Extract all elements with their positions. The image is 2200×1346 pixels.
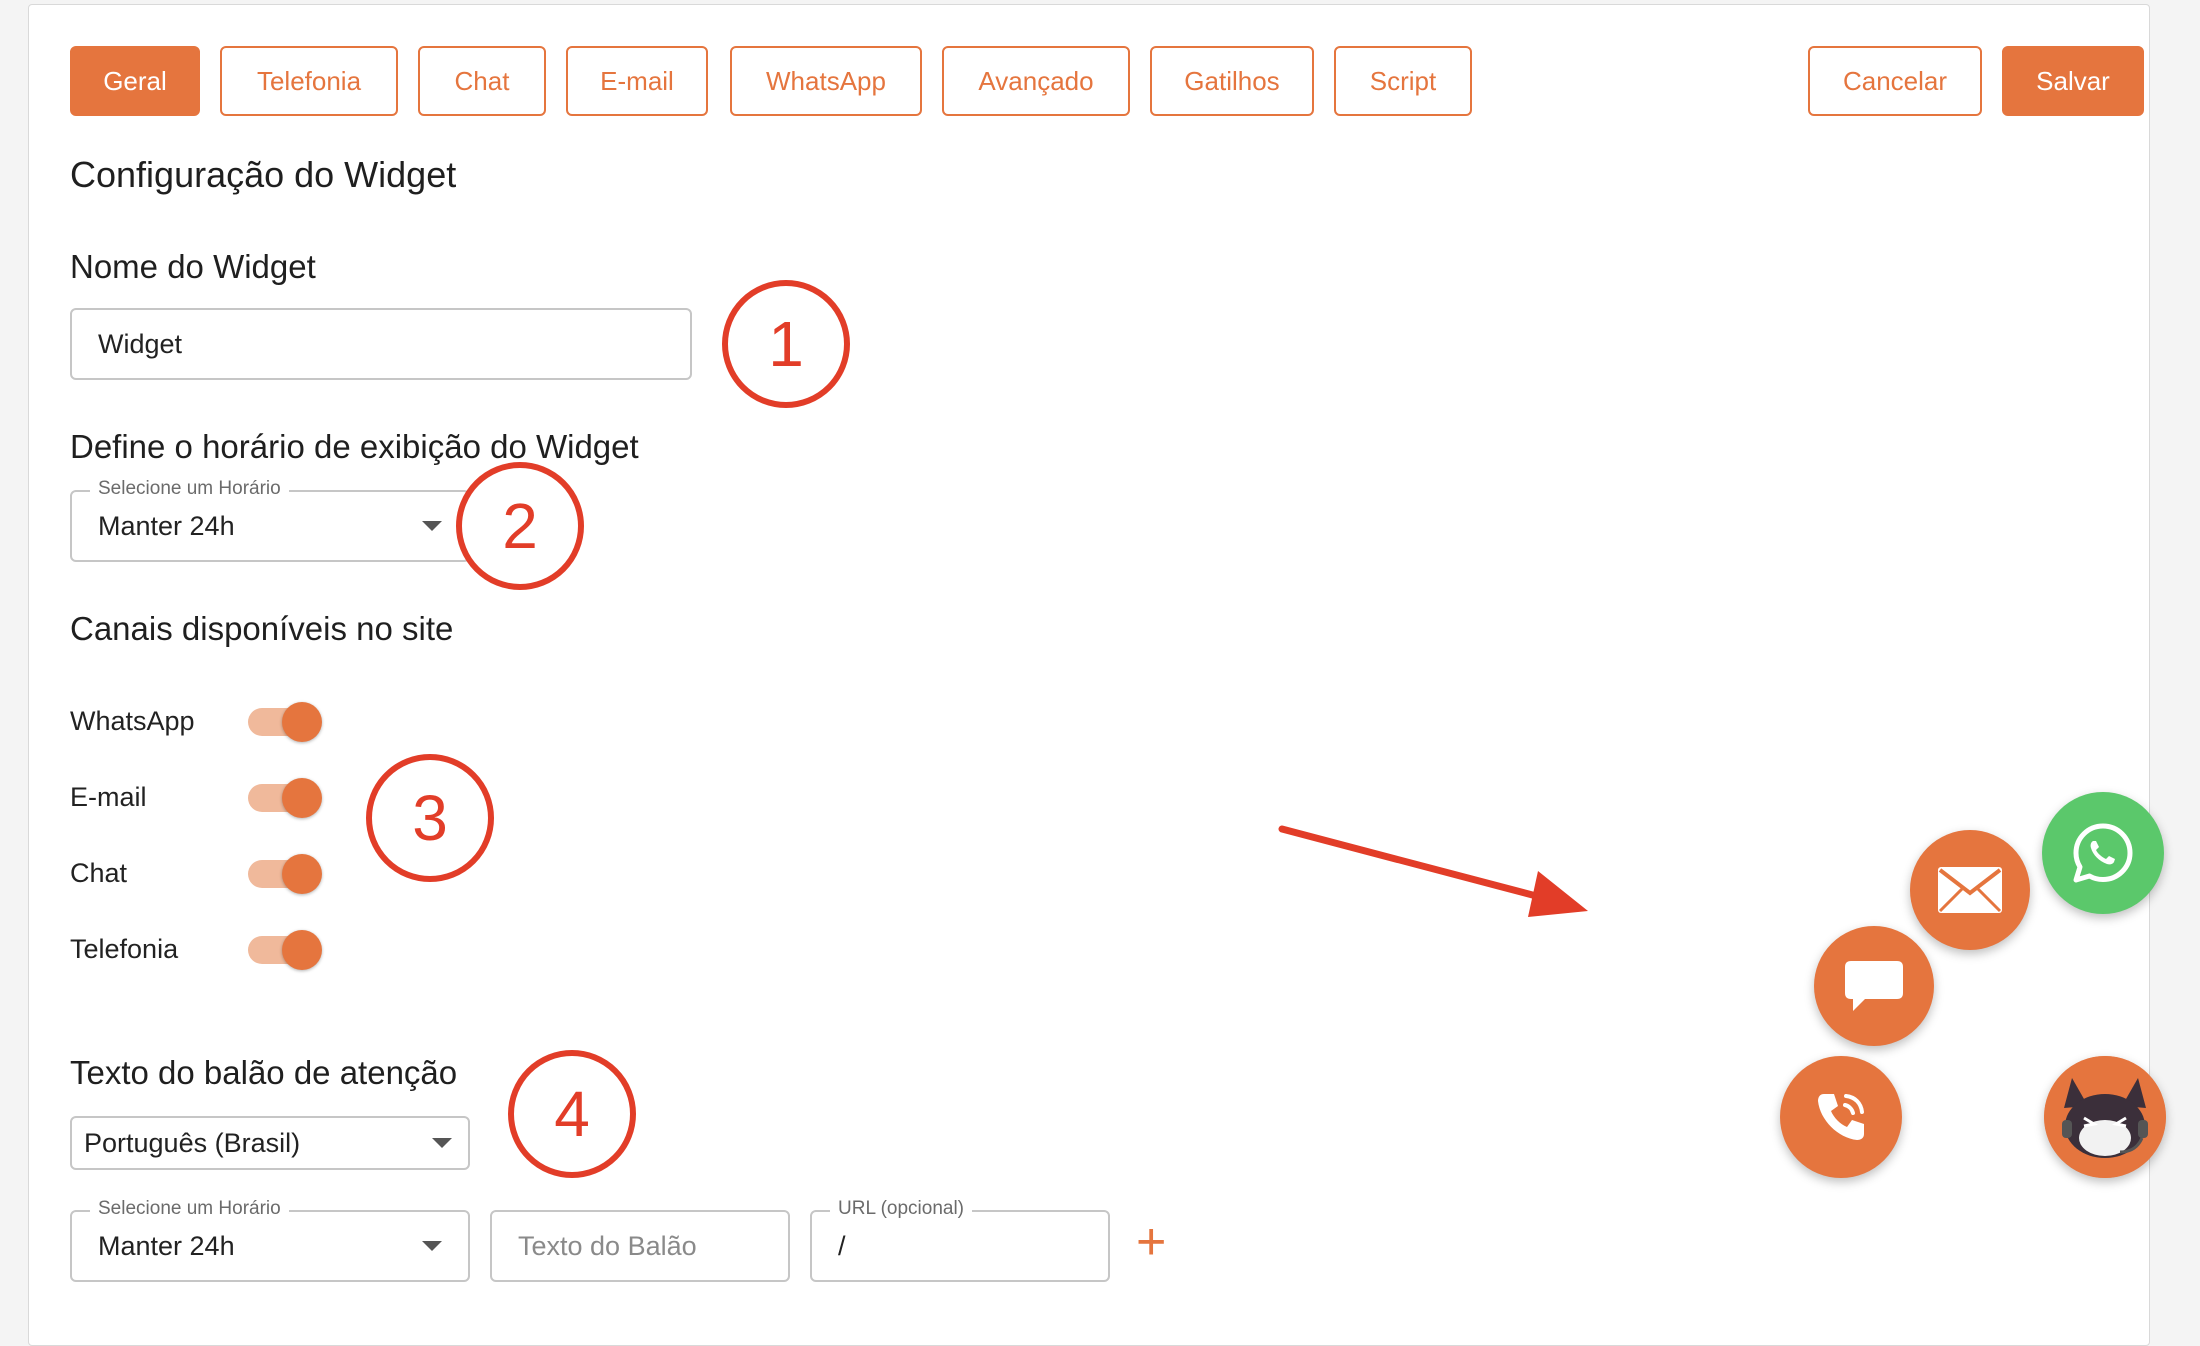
channel-chat-label: Chat	[70, 858, 128, 888]
channels-label: Canais disponíveis no site	[70, 610, 454, 647]
channel-whatsapp-label: WhatsApp	[70, 706, 195, 736]
cancel-button[interactable]: Cancelar	[1808, 46, 1982, 116]
marker-2: 2	[456, 462, 584, 590]
schedule-select-value: Manter 24h	[98, 510, 235, 541]
save-button[interactable]: Salvar	[2002, 46, 2144, 116]
balloon-url-legend: URL (opcional)	[830, 1198, 973, 1220]
toggle-knob	[282, 702, 322, 742]
widget-name-input[interactable]: Widget	[70, 308, 692, 380]
tab-script[interactable]: Script	[1334, 46, 1472, 116]
balloon-schedule-value: Manter 24h	[98, 1230, 235, 1261]
schedule-label: Define o horário de exibição do Widget	[70, 428, 639, 465]
tab-avancado[interactable]: Avançado	[942, 46, 1130, 116]
language-select[interactable]: Português (Brasil)	[70, 1116, 470, 1170]
tab-chat[interactable]: Chat	[418, 46, 546, 116]
language-select-value: Português (Brasil)	[84, 1127, 301, 1158]
whatsapp-icon	[2073, 823, 2133, 883]
balloon-label: Texto do balão de atenção	[70, 1054, 458, 1091]
balloon-url-input[interactable]: URL (opcional) /	[810, 1198, 1110, 1282]
balloon-text-placeholder: Texto do Balão	[518, 1230, 697, 1261]
phone-icon	[1818, 1094, 1864, 1140]
toggle-knob	[282, 778, 322, 818]
avatar-fab[interactable]	[2044, 1056, 2166, 1178]
tab-geral[interactable]: Geral	[70, 46, 200, 116]
marker-3: 3	[366, 754, 494, 882]
channel-telefonia-toggle[interactable]	[248, 930, 324, 970]
balloon-schedule-legend: Selecione um Horário	[90, 1198, 289, 1220]
toggle-knob	[282, 854, 322, 894]
tab-whatsapp[interactable]: WhatsApp	[730, 46, 922, 116]
chevron-down-icon	[432, 1138, 452, 1148]
balloon-schedule-select[interactable]: Selecione um Horário Manter 24h	[70, 1198, 470, 1282]
channel-telefonia-label: Telefonia	[70, 934, 179, 964]
channel-whatsapp-toggle[interactable]	[248, 702, 324, 742]
schedule-select[interactable]: Selecione um Horário Manter 24h	[70, 478, 470, 562]
whatsapp-fab[interactable]	[2042, 792, 2164, 914]
widget-name-value: Widget	[98, 328, 183, 359]
add-balloon-button[interactable]: +	[1136, 1216, 1166, 1268]
annotation-arrow	[1278, 825, 1588, 917]
tab-telefonia[interactable]: Telefonia	[220, 46, 398, 116]
chevron-down-icon	[422, 521, 442, 531]
channel-email-toggle[interactable]	[248, 778, 324, 818]
channel-email-label: E-mail	[70, 782, 147, 812]
page-title: Configuração do Widget	[70, 154, 457, 195]
balloon-text-input[interactable]: Texto do Balão	[490, 1210, 790, 1282]
schedule-select-legend: Selecione um Horário	[90, 478, 289, 500]
marker-4: 4	[508, 1050, 636, 1178]
channel-chat-toggle[interactable]	[248, 854, 324, 894]
chat-bubble-icon	[1845, 961, 1903, 1011]
email-fab[interactable]	[1910, 830, 2030, 950]
fox-mascot-icon	[2044, 1056, 2166, 1178]
tab-email[interactable]: E-mail	[566, 46, 708, 116]
tab-gatilhos[interactable]: Gatilhos	[1150, 46, 1314, 116]
phone-fab[interactable]	[1780, 1056, 1902, 1178]
marker-1: 1	[722, 280, 850, 408]
balloon-url-value: /	[838, 1230, 846, 1261]
envelope-icon	[1938, 867, 2002, 913]
chevron-down-icon	[422, 1241, 442, 1251]
widget-name-label: Nome do Widget	[70, 248, 316, 285]
toggle-knob	[282, 930, 322, 970]
chat-fab[interactable]	[1814, 926, 1934, 1046]
